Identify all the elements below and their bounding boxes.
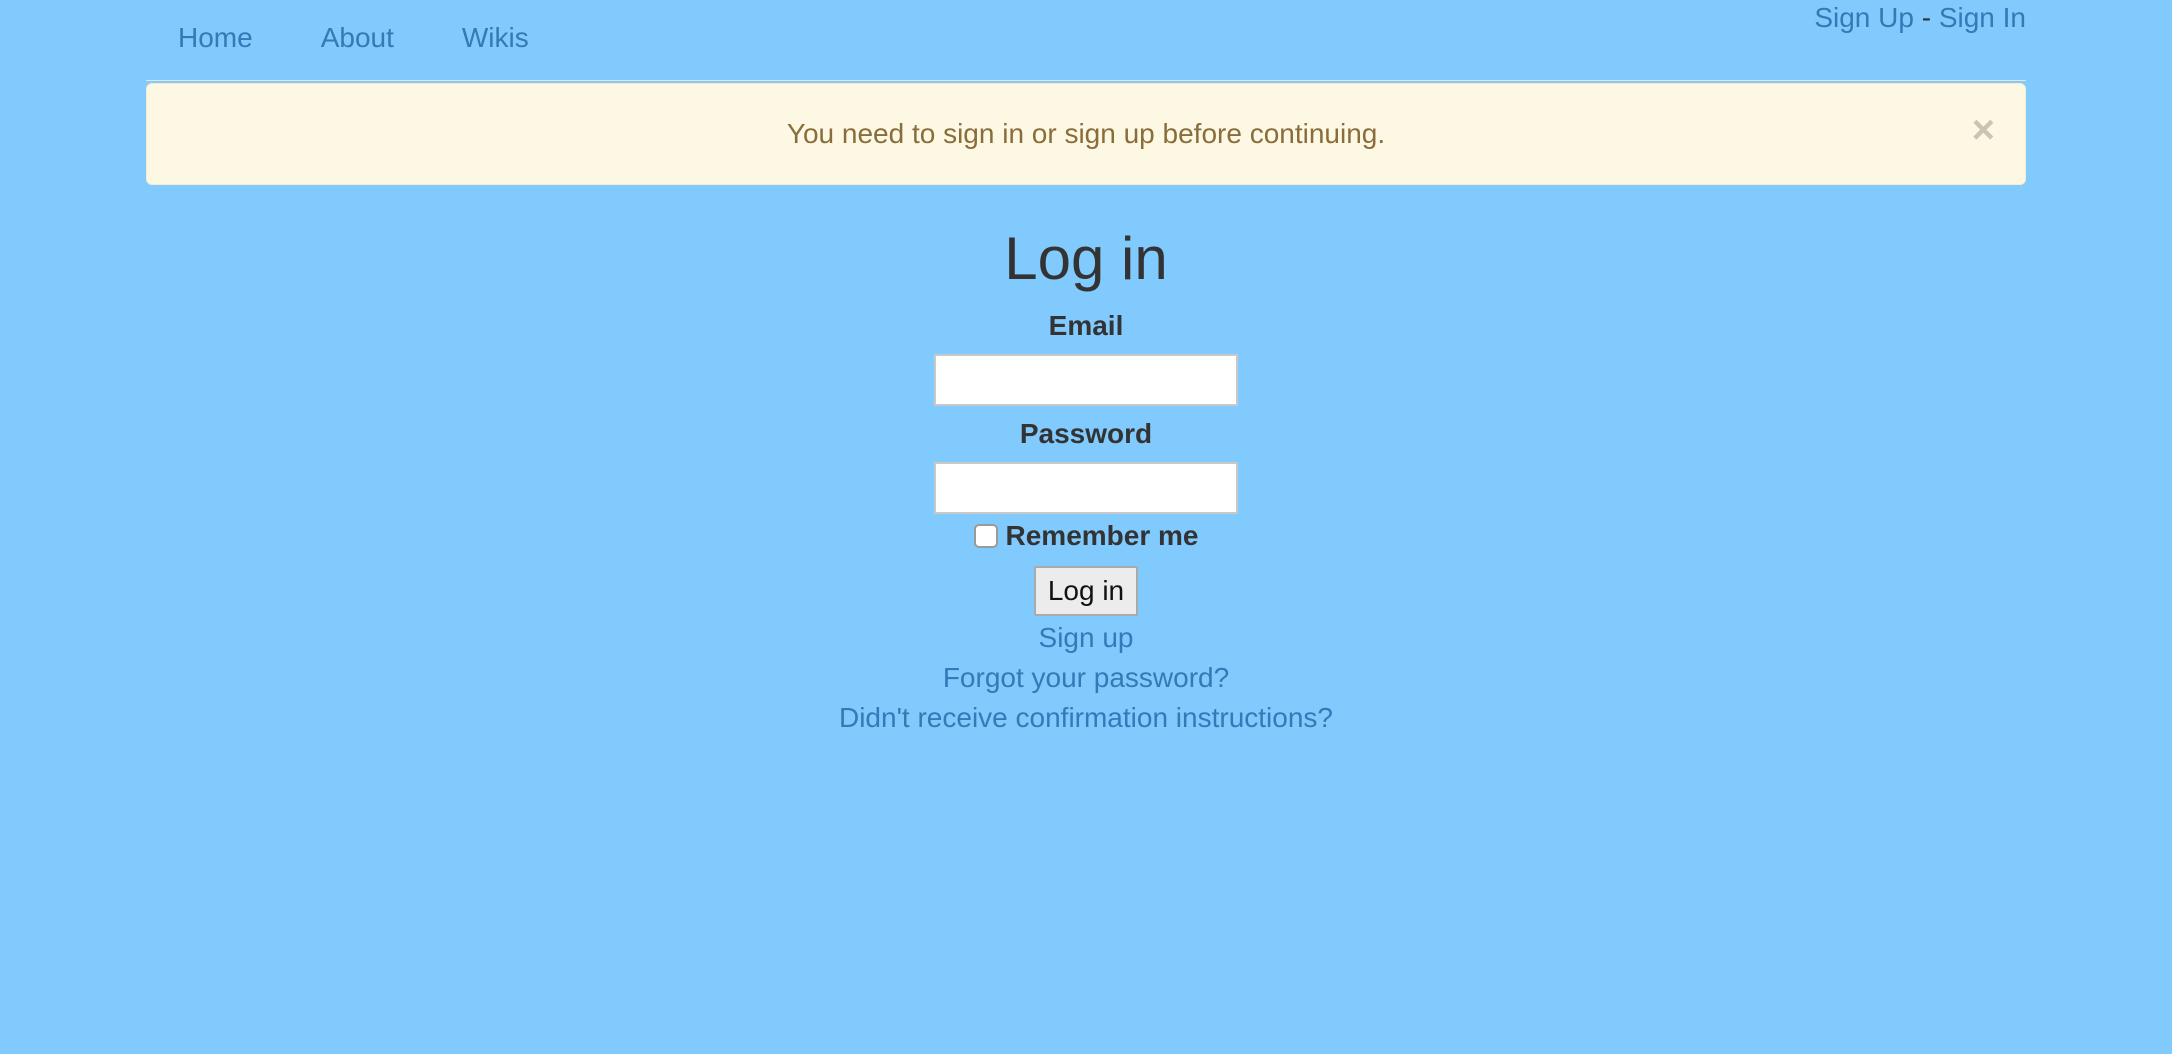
- nav-sign-in-link[interactable]: Sign In: [1939, 2, 2026, 33]
- password-field[interactable]: [934, 462, 1238, 514]
- forgot-password-link[interactable]: Forgot your password?: [0, 658, 2172, 698]
- alert-message: You need to sign in or sign up before co…: [786, 118, 1386, 149]
- email-label: Email: [1048, 310, 1124, 341]
- nav-wikis-link[interactable]: Wikis: [462, 22, 529, 54]
- remember-me-checkbox[interactable]: [973, 524, 998, 548]
- login-submit-button[interactable]: Log in: [1033, 566, 1139, 616]
- remember-me-label[interactable]: Remember me: [1006, 520, 1199, 552]
- password-label: Password: [1019, 418, 1153, 449]
- close-icon[interactable]: ×: [1972, 110, 1995, 150]
- remember-me-row: Remember me: [0, 520, 2172, 552]
- login-form: Log in Email Password Remember me Log in…: [0, 222, 2172, 738]
- email-field[interactable]: [934, 354, 1238, 406]
- auth-links: Sign Up - Sign In: [1814, 2, 2026, 34]
- auth-separator: -: [1913, 2, 1939, 33]
- alert-banner: You need to sign in or sign up before co…: [146, 83, 2026, 185]
- main-nav-links: Home About Wikis: [178, 22, 597, 54]
- top-navbar: Home About Wikis Sign Up - Sign In: [146, 0, 2026, 81]
- confirmation-instructions-link[interactable]: Didn't receive confirmation instructions…: [0, 698, 2172, 738]
- nav-sign-up-link[interactable]: Sign Up: [1814, 2, 1914, 33]
- sign-up-link[interactable]: Sign up: [0, 618, 2172, 658]
- page-title: Log in: [1004, 225, 1168, 292]
- nav-home-link[interactable]: Home: [178, 22, 253, 54]
- nav-about-link[interactable]: About: [321, 22, 394, 54]
